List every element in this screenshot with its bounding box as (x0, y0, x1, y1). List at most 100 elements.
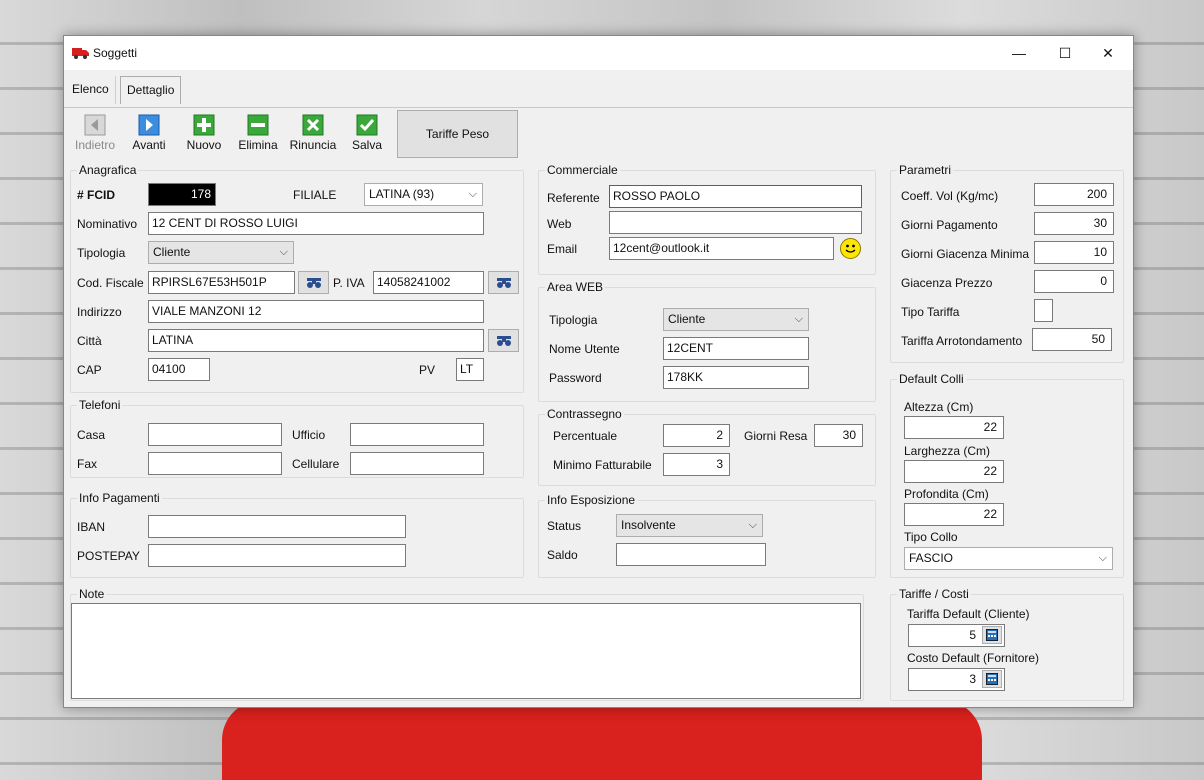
altezza-field[interactable]: 22 (904, 416, 1004, 439)
piva-search-button[interactable] (488, 271, 519, 294)
note-textarea[interactable] (71, 603, 861, 699)
tariffa-arrotondamento-field[interactable]: 50 (1032, 328, 1112, 351)
email-field[interactable]: 12cent@outlook.it (609, 237, 834, 260)
piva-field[interactable]: 14058241002 (373, 271, 484, 294)
rinuncia-button[interactable]: Rinuncia (288, 114, 338, 152)
tipologia-value: Cliente (153, 245, 191, 259)
rinuncia-label: Rinuncia (289, 138, 337, 152)
commerciale-group: Commerciale Referente ROSSO PAOLO Web Em… (538, 163, 876, 275)
password-field[interactable]: 178KK (663, 366, 809, 389)
forward-arrow-icon (138, 114, 160, 136)
filiale-value: LATINA (93) (369, 187, 435, 201)
maximize-button[interactable]: ☐ (1042, 36, 1088, 70)
cellulare-field[interactable] (350, 452, 484, 475)
nome-utente-field[interactable]: 12CENT (663, 337, 809, 360)
area-web-group: Area WEB Tipologia Cliente ⌵ Nome Utente … (538, 280, 876, 402)
window-title: Soggetti (93, 46, 138, 60)
info-esposizione-group: Info Esposizione Status Insolvente ⌵ Sald… (538, 493, 876, 578)
profondita-label: Profondita (Cm) (904, 487, 989, 501)
citta-search-button[interactable] (488, 329, 519, 352)
avanti-button[interactable]: Avanti (124, 114, 174, 152)
indirizzo-field[interactable]: VIALE MANZONI 12 (148, 300, 484, 323)
title-bar: Soggetti — ☐ ✕ (64, 36, 1133, 70)
saldo-field[interactable] (616, 543, 766, 566)
area-web-title: Area WEB (545, 280, 606, 294)
costo-calculator-button[interactable] (982, 670, 1002, 688)
fax-field[interactable] (148, 452, 282, 475)
contrassegno-group: Contrassegno Percentuale 2 Giorni Resa 3… (538, 407, 876, 486)
contrassegno-title: Contrassegno (545, 407, 624, 421)
check-icon (356, 114, 378, 136)
tariffa-calculator-button[interactable] (982, 626, 1002, 644)
tab-elenco[interactable]: Elenco (66, 76, 116, 104)
citta-field[interactable]: LATINA (148, 329, 484, 352)
casa-label: Casa (77, 428, 106, 442)
pv-field[interactable]: LT (456, 358, 484, 381)
chevron-down-icon: ⌵ (468, 188, 477, 200)
altezza-label: Altezza (Cm) (904, 400, 974, 414)
salva-button[interactable]: Salva (342, 114, 392, 152)
tipologia-select[interactable]: Cliente ⌵ (148, 241, 294, 264)
status-select[interactable]: Insolvente ⌵ (616, 514, 763, 537)
nuovo-button[interactable]: Nuovo (179, 114, 229, 152)
commerciale-title: Commerciale (545, 163, 620, 177)
nome-utente-label: Nome Utente (549, 342, 620, 356)
tipo-collo-label: Tipo Collo (904, 530, 958, 544)
postepay-field[interactable] (148, 544, 406, 567)
chevron-down-icon: ⌵ (794, 313, 803, 325)
tipologia-label: Tipologia (77, 246, 126, 260)
giorni-pagamento-field[interactable]: 30 (1034, 212, 1114, 235)
indietro-button[interactable]: Indietro (70, 114, 120, 152)
toolbar: Indietro Avanti Nuovo Elimina Rinuncia S… (64, 108, 1133, 160)
tab-dettaglio[interactable]: Dettaglio (120, 76, 182, 104)
casa-field[interactable] (148, 423, 282, 446)
minimo-fatturabile-field[interactable]: 3 (663, 453, 730, 476)
tipo-collo-value: FASCIO (909, 551, 954, 565)
codfiscale-label: Cod. Fiscale (77, 276, 144, 290)
calculator-icon (986, 629, 998, 641)
salva-label: Salva (351, 138, 383, 152)
minimize-button[interactable]: — (996, 36, 1042, 70)
giacenza-minima-field[interactable]: 10 (1034, 241, 1114, 264)
fcid-field[interactable]: 178 (148, 183, 216, 206)
web-tipologia-label: Tipologia (549, 313, 598, 327)
larghezza-label: Larghezza (Cm) (904, 444, 991, 458)
giorni-resa-field[interactable]: 30 (814, 424, 863, 447)
binoculars-icon (306, 277, 321, 288)
tariffa-default-label: Tariffa Default (Cliente) (907, 607, 1030, 621)
info-esposizione-title: Info Esposizione (545, 493, 638, 507)
referente-field[interactable]: ROSSO PAOLO (609, 185, 862, 208)
ufficio-field[interactable] (350, 423, 484, 446)
filiale-select[interactable]: LATINA (93) ⌵ (364, 183, 483, 206)
citta-label: Città (77, 334, 102, 348)
tipo-tariffa-field[interactable] (1034, 299, 1053, 322)
chevron-down-icon: ⌵ (748, 519, 757, 531)
iban-label: IBAN (77, 520, 106, 534)
chevron-down-icon: ⌵ (279, 246, 288, 258)
smiley-icon[interactable] (840, 238, 861, 259)
info-pagamenti-title: Info Pagamenti (77, 491, 162, 505)
giacenza-prezzo-field[interactable]: 0 (1034, 270, 1114, 293)
codfiscale-search-button[interactable] (298, 271, 329, 294)
coeff-vol-field[interactable]: 200 (1034, 183, 1114, 206)
tab-strip: Elenco Dettaglio (64, 70, 1133, 107)
close-button[interactable]: ✕ (1085, 36, 1131, 70)
tariffe-peso-button[interactable]: Tariffe Peso (397, 110, 518, 158)
saldo-label: Saldo (547, 548, 578, 562)
nominativo-field[interactable]: 12 CENT DI ROSSO LUIGI (148, 212, 484, 235)
tariffe-costi-group: Tariffe / Costi Tariffa Default (Cliente… (890, 587, 1124, 701)
web-tipologia-select[interactable]: Cliente ⌵ (663, 308, 809, 331)
tipo-collo-select[interactable]: FASCIO ⌵ (904, 547, 1113, 570)
elimina-button[interactable]: Elimina (233, 114, 283, 152)
postepay-label: POSTEPAY (77, 549, 140, 563)
cap-field[interactable]: 04100 (148, 358, 210, 381)
web-field[interactable] (609, 211, 862, 234)
default-colli-title: Default Colli (897, 372, 966, 386)
larghezza-field[interactable]: 22 (904, 460, 1004, 483)
chevron-down-icon: ⌵ (1098, 552, 1107, 564)
percentuale-field[interactable]: 2 (663, 424, 730, 447)
profondita-field[interactable]: 22 (904, 503, 1004, 526)
codfiscale-field[interactable]: RPIRSL67E53H501P (148, 271, 295, 294)
filiale-label: FILIALE (293, 188, 337, 202)
iban-field[interactable] (148, 515, 406, 538)
